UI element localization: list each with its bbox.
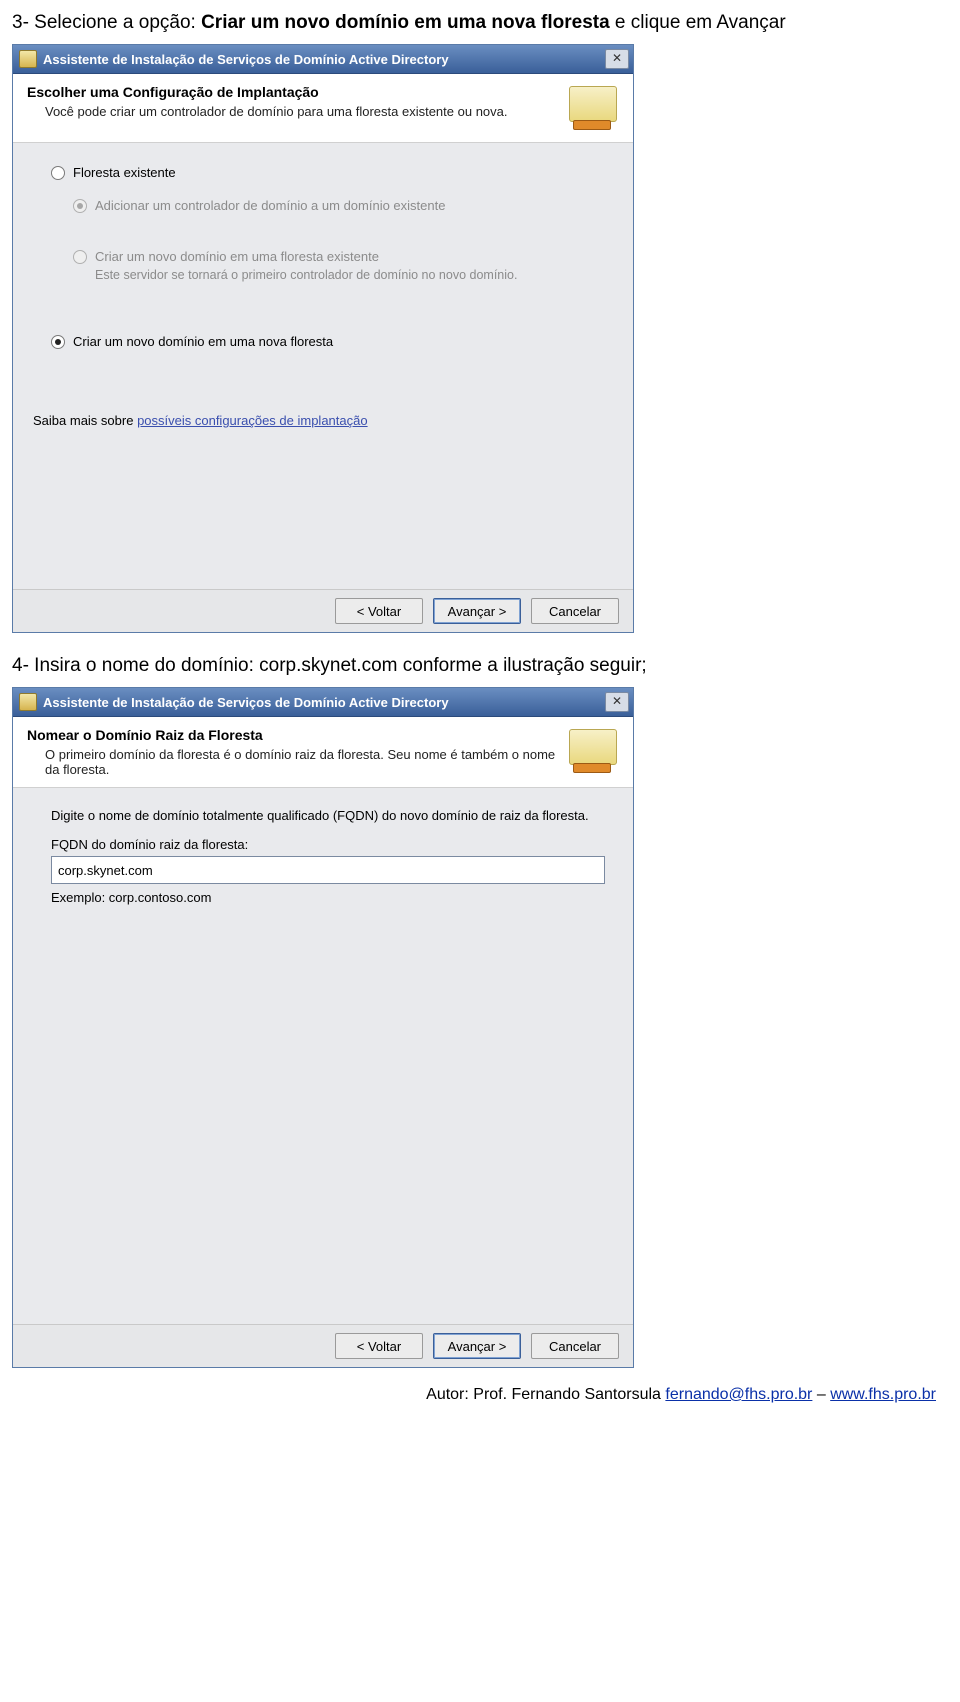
- back-button[interactable]: < Voltar: [335, 598, 423, 624]
- learn-more-link[interactable]: possíveis configurações de implantação: [137, 413, 368, 428]
- radio-new-forest[interactable]: Criar um novo domínio em uma nova flores…: [51, 334, 613, 349]
- cancel-button[interactable]: Cancelar: [531, 598, 619, 624]
- fqdn-field-label: FQDN do domínio raiz da floresta:: [51, 837, 613, 852]
- doc-step-4: 4- Insira o nome do domínio: corp.skynet…: [12, 655, 948, 677]
- close-icon[interactable]: ✕: [605, 49, 629, 69]
- next-button[interactable]: Avançar >: [433, 598, 521, 624]
- radio-icon: [73, 199, 87, 213]
- wizard-buttons: < Voltar Avançar > Cancelar: [13, 1324, 633, 1367]
- step4-suffix: conforme a ilustração seguir;: [397, 655, 646, 676]
- app-icon: [19, 50, 37, 68]
- app-icon: [19, 693, 37, 711]
- radio-new-domain-existing-forest: Criar um novo domínio em uma floresta ex…: [73, 249, 613, 264]
- wizard-dialog-deployment: Assistente de Instalação de Serviços de …: [12, 44, 634, 633]
- radio-icon: [73, 250, 87, 264]
- wizard-header: Escolher uma Configuração de Implantação…: [13, 74, 633, 143]
- header-desc: O primeiro domínio da floresta é o domín…: [27, 743, 563, 777]
- header-title: Escolher uma Configuração de Implantação: [27, 84, 563, 100]
- step4-bold: corp.skynet.com: [259, 655, 397, 676]
- header-desc: Você pode criar um controlador de domíni…: [27, 100, 563, 119]
- wizard-dialog-name-root: Assistente de Instalação de Serviços de …: [12, 687, 634, 1368]
- cancel-button[interactable]: Cancelar: [531, 1333, 619, 1359]
- dialog2-title: Assistente de Instalação de Serviços de …: [43, 695, 605, 710]
- radio-label: Adicionar um controlador de domínio a um…: [95, 198, 445, 213]
- radio-note: Este servidor se tornará o primeiro cont…: [95, 268, 613, 282]
- dialog1-title: Assistente de Instalação de Serviços de …: [43, 52, 605, 67]
- close-icon[interactable]: ✕: [605, 692, 629, 712]
- header-title: Nomear o Domínio Raiz da Floresta: [27, 727, 563, 743]
- radio-add-controller: Adicionar um controlador de domínio a um…: [73, 198, 613, 213]
- back-button[interactable]: < Voltar: [335, 1333, 423, 1359]
- learn-more: Saiba mais sobre possíveis configurações…: [33, 413, 613, 428]
- step3-prefix: 3- Selecione a opção:: [12, 12, 201, 33]
- radio-existing-forest[interactable]: Floresta existente: [51, 165, 613, 180]
- fqdn-example: Exemplo: corp.contoso.com: [51, 890, 613, 905]
- radio-icon: [51, 335, 65, 349]
- step3-bold: Criar um novo domínio em uma nova flores…: [201, 12, 610, 33]
- fqdn-input[interactable]: [51, 856, 605, 884]
- radio-icon: [51, 166, 65, 180]
- fqdn-instruction: Digite o nome de domínio totalmente qual…: [51, 808, 613, 823]
- book-icon: [563, 84, 619, 132]
- footer-author: Autor: Prof. Fernando Santorsula: [426, 1386, 665, 1403]
- step4-prefix: 4- Insira o nome do domínio:: [12, 655, 259, 676]
- radio-label: Floresta existente: [73, 165, 176, 180]
- footer-dash: –: [812, 1386, 830, 1403]
- learn-more-prefix: Saiba mais sobre: [33, 413, 137, 428]
- doc-step-3: 3- Selecione a opção: Criar um novo domí…: [12, 12, 948, 34]
- step3-suffix: e clique em Avançar: [610, 12, 786, 33]
- wizard-body: Digite o nome de domínio totalmente qual…: [13, 788, 633, 1324]
- radio-label: Criar um novo domínio em uma floresta ex…: [95, 249, 379, 264]
- footer-site-link[interactable]: www.fhs.pro.br: [830, 1386, 936, 1403]
- page-footer: Autor: Prof. Fernando Santorsula fernand…: [12, 1368, 948, 1404]
- book-icon: [563, 727, 619, 775]
- footer-email-link[interactable]: fernando@fhs.pro.br: [665, 1386, 812, 1403]
- wizard-body: Floresta existente Adicionar um controla…: [13, 143, 633, 589]
- next-button[interactable]: Avançar >: [433, 1333, 521, 1359]
- wizard-buttons: < Voltar Avançar > Cancelar: [13, 589, 633, 632]
- titlebar: Assistente de Instalação de Serviços de …: [13, 45, 633, 74]
- wizard-header: Nomear o Domínio Raiz da Floresta O prim…: [13, 717, 633, 788]
- radio-label: Criar um novo domínio em uma nova flores…: [73, 334, 333, 349]
- titlebar: Assistente de Instalação de Serviços de …: [13, 688, 633, 717]
